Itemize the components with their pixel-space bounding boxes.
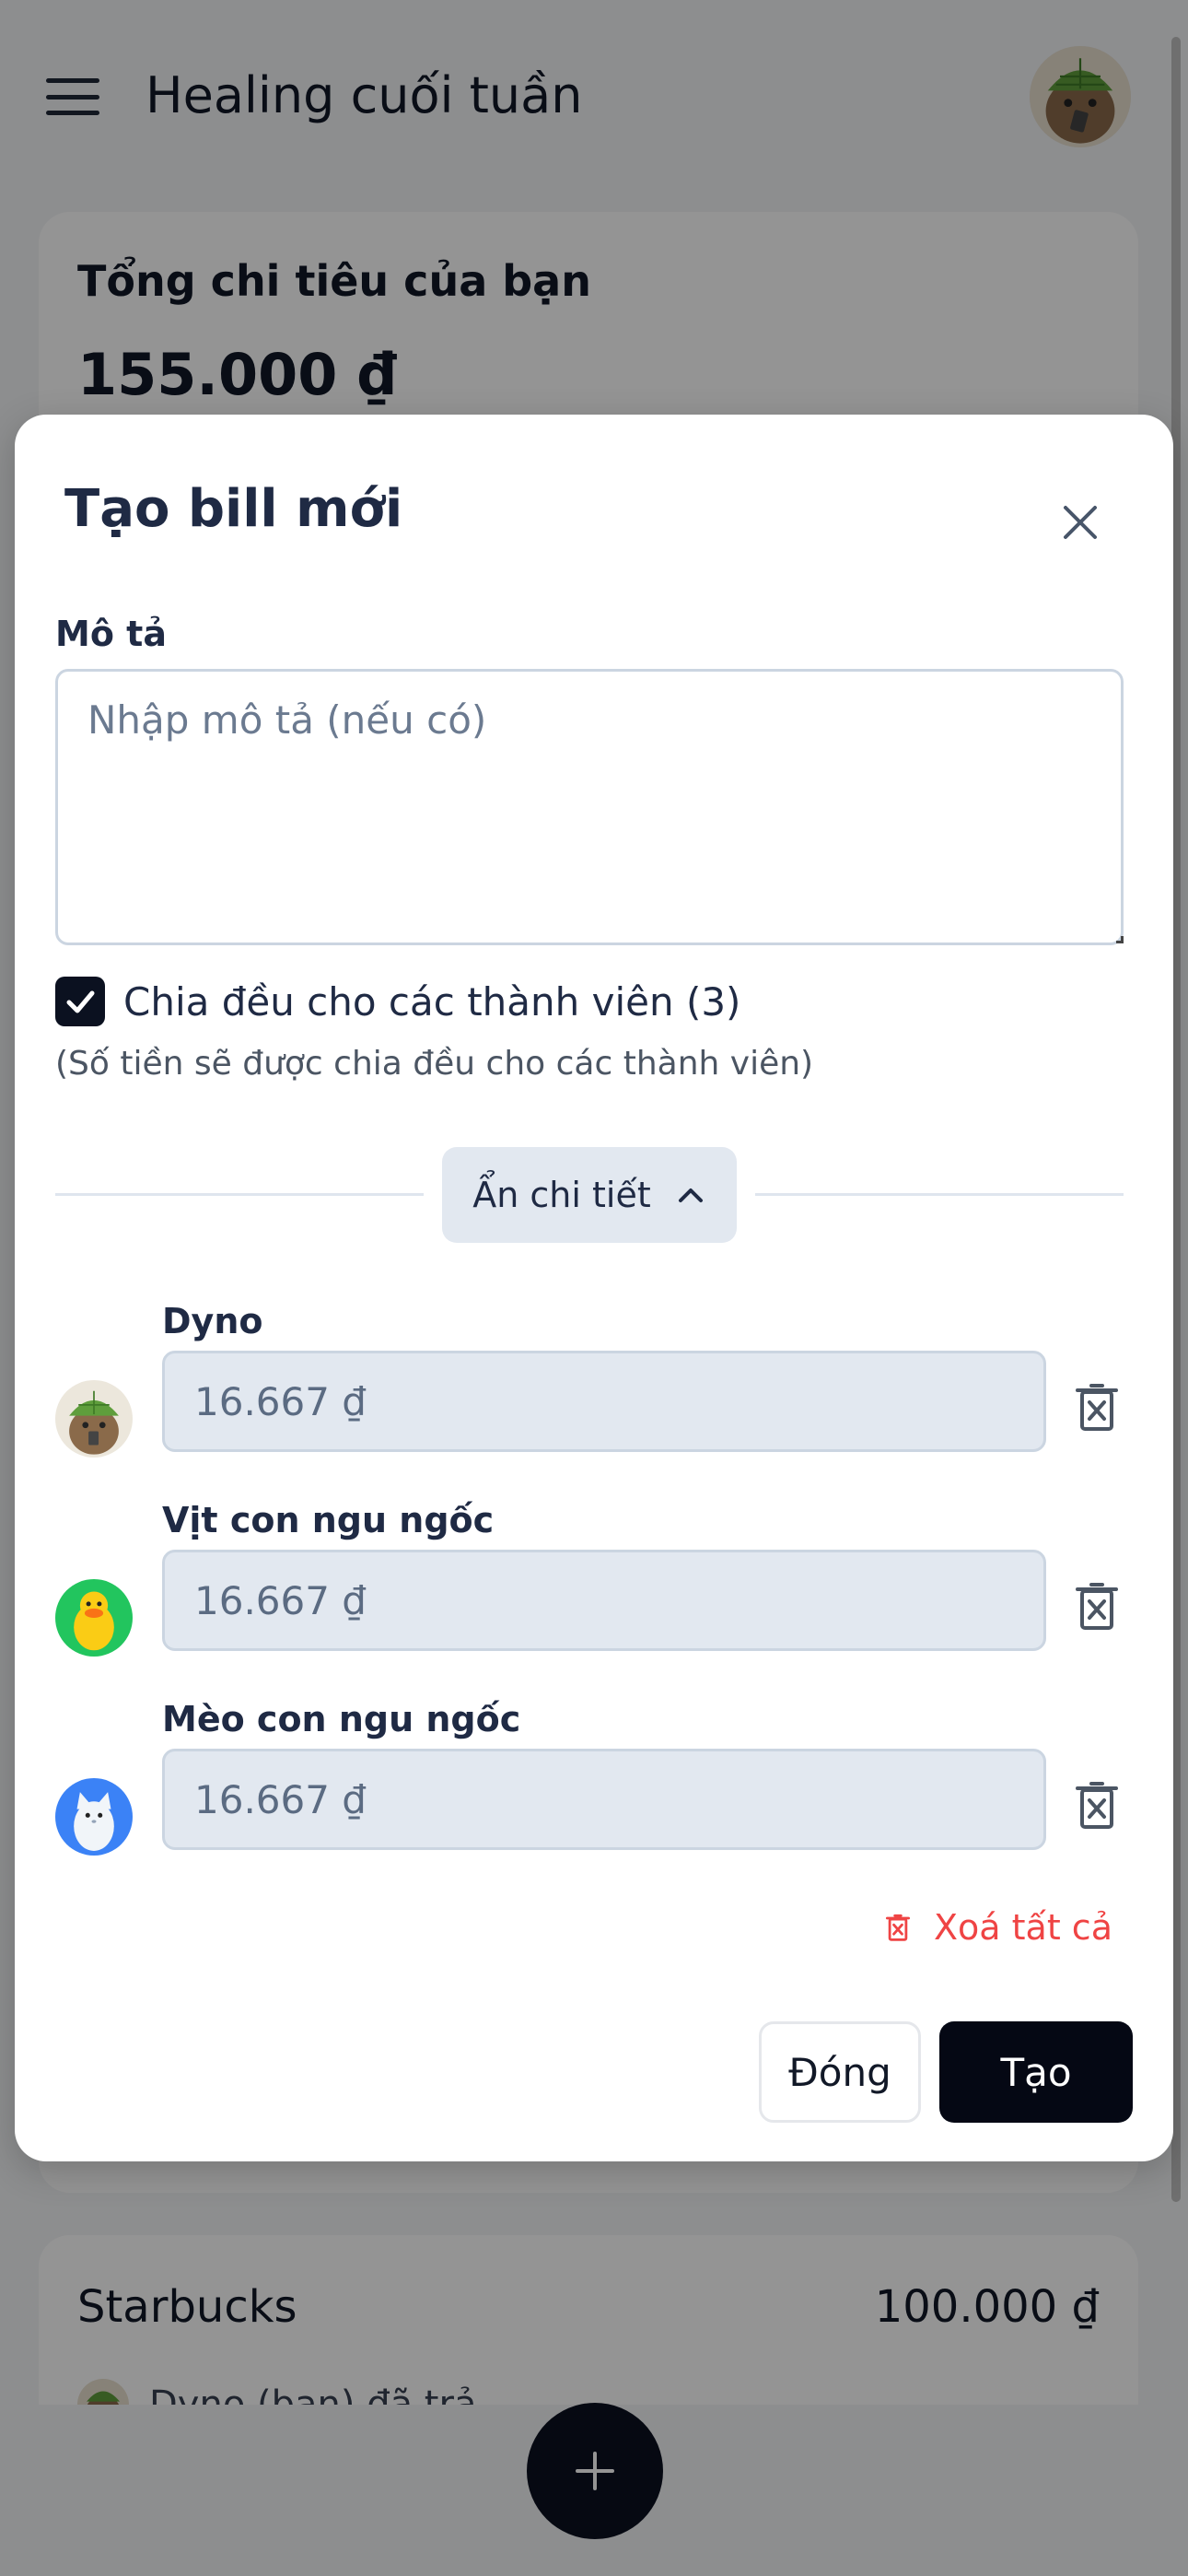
trash-x-icon — [1076, 1583, 1118, 1630]
resize-handle-icon[interactable] — [1116, 936, 1124, 943]
capybara-avatar-icon — [55, 1380, 133, 1458]
member-amount-input[interactable] — [162, 1351, 1046, 1452]
divider-right — [755, 1193, 1124, 1196]
close-button[interactable] — [1046, 488, 1114, 556]
divider-left — [55, 1193, 424, 1196]
clear-all-label: Xoá tất cả — [934, 1907, 1112, 1948]
remove-member-button[interactable] — [1065, 1574, 1129, 1638]
checkmark-icon — [66, 990, 95, 1013]
toggle-details-label: Ẩn chi tiết — [472, 1175, 651, 1215]
member-row: Dyno — [15, 1301, 1173, 1485]
create-bill-button[interactable]: Tạo — [939, 2021, 1133, 2123]
trash-x-icon — [1076, 1384, 1118, 1431]
chevron-up-icon — [678, 1188, 703, 1202]
cat-avatar-icon — [55, 1778, 133, 1856]
member-name: Vịt con ngu ngốc — [162, 1500, 495, 1540]
toggle-details-button[interactable]: Ẩn chi tiết — [442, 1147, 737, 1243]
duck-avatar-icon — [55, 1579, 133, 1657]
member-amount-input[interactable] — [162, 1749, 1046, 1850]
member-name: Mèo con ngu ngốc — [162, 1699, 521, 1739]
member-row: Mèo con ngu ngốc — [15, 1699, 1173, 1883]
member-name: Dyno — [162, 1301, 263, 1341]
split-equally-label: Chia đều cho các thành viên (3) — [123, 978, 741, 1025]
trash-x-icon — [1076, 1782, 1118, 1829]
clear-all-button[interactable]: Xoá tất cả — [886, 1907, 1112, 1948]
description-input[interactable] — [55, 669, 1124, 945]
split-equally-hint: (Số tiền sẽ được chia đều cho các thành … — [55, 1045, 814, 1083]
description-label: Mô tả — [55, 614, 167, 654]
remove-member-button[interactable] — [1065, 1375, 1129, 1439]
modal-title: Tạo bill mới — [64, 479, 403, 539]
split-equally-checkbox[interactable] — [55, 977, 105, 1026]
close-modal-button[interactable]: Đóng — [759, 2021, 921, 2123]
remove-member-button[interactable] — [1065, 1773, 1129, 1837]
member-row: Vịt con ngu ngốc — [15, 1500, 1173, 1684]
member-amount-input[interactable] — [162, 1550, 1046, 1651]
trash-x-icon — [886, 1914, 910, 1941]
close-icon — [1064, 506, 1097, 539]
split-equally-row[interactable]: Chia đều cho các thành viên (3) — [55, 977, 740, 1026]
create-bill-modal: Tạo bill mới Mô tả Chia đều cho các thàn… — [15, 415, 1173, 2161]
